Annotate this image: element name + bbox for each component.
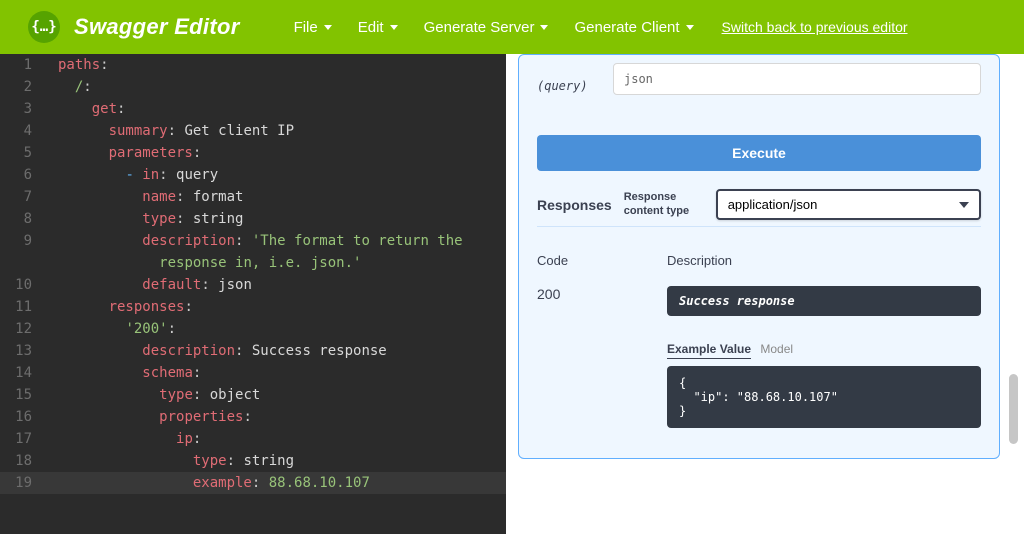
- top-bar: {…} Swagger Editor File Edit Generate Se…: [0, 0, 1024, 54]
- menu-edit[interactable]: Edit: [348, 13, 408, 42]
- brand-title: Swagger Editor: [74, 14, 240, 40]
- response-description: Success response: [667, 286, 981, 316]
- content-type-value: application/json: [728, 197, 818, 212]
- menu-bar: File Edit Generate Server Generate Clien…: [284, 13, 704, 42]
- example-tabs: Example Value Model: [667, 342, 981, 356]
- main-split: 1 2 3 4 5 6 7 8 9 10 11 12 13 14 15 16 1…: [0, 54, 1024, 534]
- operation-block: string (query) Execute Responses Respons…: [518, 54, 1000, 459]
- parameter-label: string (query): [537, 65, 613, 93]
- execute-button[interactable]: Execute: [537, 135, 981, 171]
- menu-generate-client[interactable]: Generate Client: [564, 13, 703, 42]
- responses-title: Responses: [537, 197, 612, 213]
- code-header: Code: [537, 253, 667, 268]
- responses-table: Code Description 200 Success response Ex…: [537, 253, 981, 428]
- response-body: Success response Example Value Model { "…: [667, 286, 981, 428]
- chevron-down-icon: [959, 202, 969, 208]
- content-type-select[interactable]: application/json: [716, 189, 981, 220]
- switch-back-link[interactable]: Switch back to previous editor: [722, 19, 908, 35]
- braces-icon: {…}: [31, 19, 56, 35]
- menu-generate-server[interactable]: Generate Server: [414, 13, 559, 42]
- menu-edit-label: Edit: [358, 19, 384, 36]
- menu-generate-client-label: Generate Client: [574, 19, 679, 36]
- preview-panel: string (query) Execute Responses Respons…: [506, 54, 1024, 534]
- chevron-down-icon: [540, 25, 548, 30]
- chevron-down-icon: [390, 25, 398, 30]
- code-editor[interactable]: 1 2 3 4 5 6 7 8 9 10 11 12 13 14 15 16 1…: [0, 54, 506, 534]
- chevron-down-icon: [324, 25, 332, 30]
- tab-model[interactable]: Model: [760, 342, 793, 356]
- menu-file[interactable]: File: [284, 13, 342, 42]
- menu-file-label: File: [294, 19, 318, 36]
- chevron-down-icon: [686, 25, 694, 30]
- description-header: Description: [667, 253, 981, 268]
- content-type-label: Response content type: [624, 191, 708, 217]
- gutter: 1 2 3 4 5 6 7 8 9 10 11 12 13 14 15 16 1…: [0, 54, 46, 494]
- menu-generate-server-label: Generate Server: [424, 19, 535, 36]
- swagger-logo: {…}: [28, 11, 60, 43]
- parameter-row: string (query): [537, 55, 981, 95]
- tab-example-value[interactable]: Example Value: [667, 342, 751, 359]
- response-row: 200 Success response Example Value Model…: [537, 286, 981, 428]
- scrollbar[interactable]: [1009, 374, 1018, 444]
- example-json-box[interactable]: { "ip": "88.68.10.107" }: [667, 366, 981, 428]
- responses-header: Responses Response content type applicat…: [537, 189, 981, 227]
- code-lines: paths: /: get: summary: Get client IP pa…: [58, 54, 506, 494]
- response-code: 200: [537, 286, 667, 428]
- responses-table-head: Code Description: [537, 253, 981, 268]
- parameter-input[interactable]: [613, 63, 981, 95]
